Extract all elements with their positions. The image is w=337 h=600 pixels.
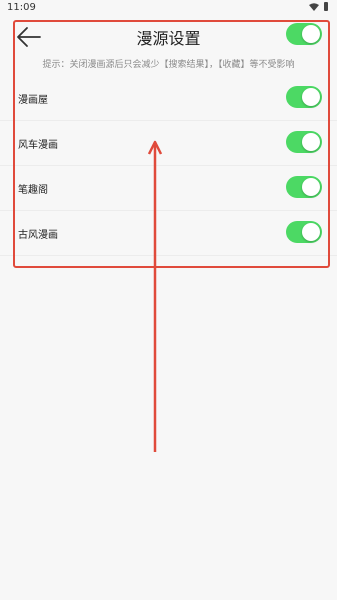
source-label: 古风漫画 [18, 230, 58, 241]
source-label: 漫画屋 [18, 95, 48, 106]
hint-text: 提示：关闭漫画源后只会减少【搜索结果】，【收藏】等不受影响 [42, 60, 295, 70]
source-toggle[interactable] [286, 131, 322, 153]
toggle-knob [302, 178, 320, 196]
master-toggle[interactable] [286, 23, 322, 45]
toggle-knob [302, 223, 320, 241]
toggle-knob [302, 133, 320, 151]
source-toggle[interactable] [286, 176, 322, 198]
header: 漫源设置 [0, 18, 337, 58]
battery-icon [324, 2, 328, 11]
source-row: 漫画屋 [0, 76, 337, 121]
wifi-icon [309, 3, 319, 11]
source-toggle[interactable] [286, 221, 322, 243]
source-row: 笔趣阁 [0, 166, 337, 211]
status-time: 11:09 [7, 2, 36, 13]
toggle-knob [302, 88, 320, 106]
source-toggle[interactable] [286, 86, 322, 108]
status-bar: 11:09 [0, 0, 337, 16]
source-row: 风车漫画 [0, 121, 337, 166]
toggle-knob [302, 25, 320, 43]
source-label: 风车漫画 [18, 140, 58, 151]
source-list: 漫画屋 风车漫画 笔趣阁 古风漫画 [0, 76, 337, 256]
source-label: 笔趣阁 [18, 185, 48, 196]
source-row: 古风漫画 [0, 211, 337, 256]
